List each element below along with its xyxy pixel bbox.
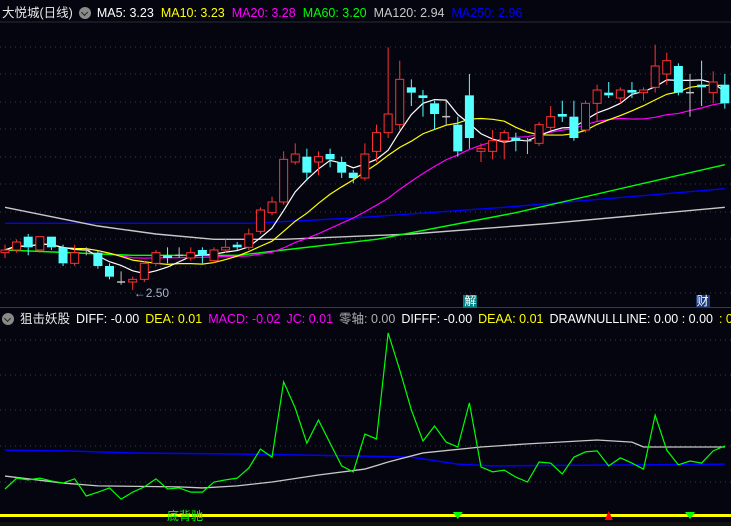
candle-down <box>58 247 68 264</box>
candle-up <box>650 65 660 88</box>
candle-down <box>23 236 33 248</box>
ma-legend-item: MA120: 2.94 <box>373 6 445 20</box>
candle-up <box>383 113 393 134</box>
zero-axis-bar <box>0 514 731 517</box>
candle-down <box>418 95 428 98</box>
candle-up <box>615 89 625 99</box>
candle-up <box>151 252 161 264</box>
candle-down <box>93 252 103 266</box>
indicator-legend-item: DEA: 0.01 <box>145 312 203 326</box>
indicator-legend-item: JC: 0.01 <box>286 312 334 326</box>
indicator-white-line <box>4 439 725 489</box>
candle-down <box>604 92 614 96</box>
candle-up <box>70 252 80 264</box>
candle-up <box>546 116 556 128</box>
candle-up <box>0 249 10 254</box>
ma-legend-item: MA20: 3.28 <box>231 6 296 20</box>
candle-up <box>12 241 22 251</box>
candle-up <box>708 81 718 94</box>
candle-up <box>209 249 219 262</box>
candle-up <box>581 102 590 131</box>
candle-up <box>267 201 277 214</box>
candle-down <box>557 114 567 117</box>
candle-down <box>569 116 579 138</box>
candle-down <box>163 255 173 258</box>
candle-down <box>406 87 416 93</box>
ma-legend: MA5: 3.23 MA10: 3.23 MA20: 3.28 MA60: 3.20 M… <box>97 4 523 22</box>
candle-up <box>592 89 602 104</box>
indicator-legend-item: MACD: -0.02 <box>208 312 281 326</box>
indicator-legend-item: : 0.00 <box>718 312 731 326</box>
chevron-down-icon[interactable] <box>78 7 91 19</box>
main-chart-header: 大悦城(日线) MA5: 3.23 MA10: 3.23 MA20: 3.28 MA6… <box>2 4 522 22</box>
event-tag[interactable]: 解 <box>463 295 478 308</box>
pane-divider[interactable] <box>0 307 731 308</box>
candle-up <box>255 209 265 232</box>
candle-up <box>35 236 45 251</box>
candle-up <box>395 78 405 126</box>
indicator-green-line <box>4 332 726 500</box>
candle-up <box>639 89 649 94</box>
ma-legend-item: MA60: 3.20 <box>302 6 367 20</box>
indicator-legend-item: DRAWNULLLINE: 0.00 : 0.00 <box>549 312 713 326</box>
candle-up <box>534 124 544 144</box>
event-tag[interactable]: 财 <box>695 295 710 308</box>
candle-down <box>46 236 56 248</box>
candle-up <box>488 140 498 152</box>
candle-up <box>139 262 149 280</box>
indicator-legend-item: DIFF: -0.00 <box>76 312 140 326</box>
chevron-down-icon[interactable] <box>2 313 14 325</box>
candle-up <box>360 153 370 179</box>
kline-chart[interactable]: ←2.50 底背驰 <box>0 0 731 526</box>
indicator-header: 狙击妖股 DIFF: -0.00 DEA: 0.01 MACD: -0.02 JC: … <box>2 310 731 328</box>
indicator-legend-item: DIFFF: -0.00 <box>401 312 473 326</box>
candle-down <box>325 154 335 160</box>
indicator-legend-item: DEAA: 0.01 <box>478 312 544 326</box>
candle-up <box>128 278 138 283</box>
candle-down <box>104 266 114 277</box>
candle-up <box>221 246 231 251</box>
ma-legend-item: MA10: 3.23 <box>160 6 225 20</box>
bottom-toolbar <box>0 522 731 526</box>
signal-text: 底背驰 <box>167 508 203 523</box>
candle-down <box>627 90 637 93</box>
candle-up <box>313 156 323 163</box>
candle-up <box>476 148 486 152</box>
candle-down <box>697 84 707 88</box>
candle-down <box>464 95 474 138</box>
ma250-line <box>5 187 725 225</box>
indicator-legend-item: 零轴: 0.00 <box>339 312 396 326</box>
candle-down <box>430 103 440 114</box>
indicator-name[interactable]: 狙击妖股 <box>20 310 70 328</box>
candle-down <box>197 250 207 256</box>
candle-up <box>279 158 289 203</box>
candle-up <box>372 132 382 152</box>
candle-down <box>453 124 463 152</box>
candle-up <box>244 233 254 248</box>
candle-up <box>186 252 196 259</box>
stock-title: 大悦城(日线) <box>2 6 73 20</box>
candle-down <box>673 66 683 93</box>
candle-down <box>337 162 347 173</box>
candle-down <box>720 84 730 104</box>
candle-down <box>511 138 521 141</box>
candle-down <box>348 172 358 178</box>
low-price-label: ←2.50 <box>134 286 170 300</box>
candle-down <box>232 244 242 248</box>
candle-down <box>302 156 312 173</box>
indicator-blue-line <box>4 449 725 467</box>
indicator-legend: DIFF: -0.00 DEA: 0.01 MACD: -0.02 JC: 0.01 零… <box>76 310 731 328</box>
candle-up <box>290 153 300 163</box>
candle-up <box>499 132 509 142</box>
ma-legend-item: MA5: 3.23 <box>96 6 154 20</box>
ma-legend-item: MA250: 2.96 <box>451 6 523 20</box>
candle-up <box>662 60 672 75</box>
